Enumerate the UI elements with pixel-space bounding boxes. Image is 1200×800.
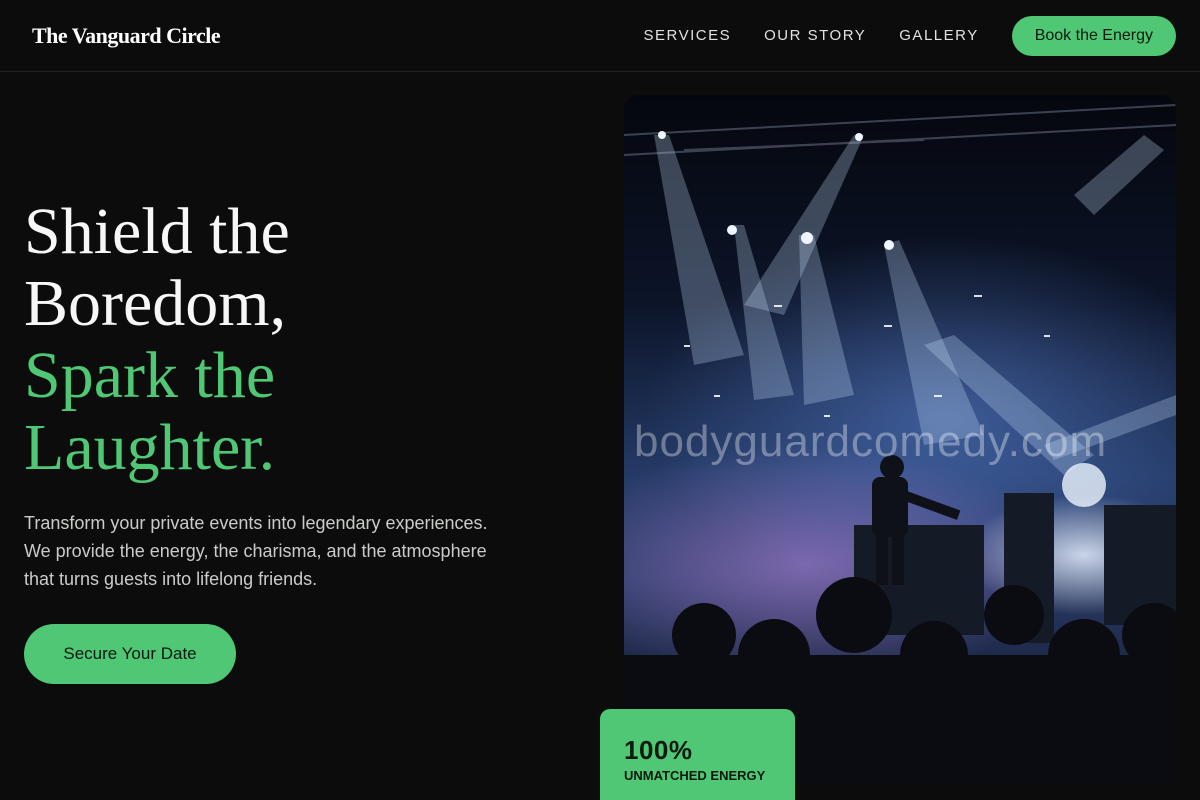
- brand-logo[interactable]: The Vanguard Circle: [32, 23, 221, 49]
- stat-label: UNMATCHED ENERGY: [624, 768, 766, 783]
- nav-link-services[interactable]: SERVICES: [644, 27, 732, 44]
- hero-description: Transform your private events into legen…: [24, 509, 544, 593]
- nav-link-our-story[interactable]: OUR STORY: [764, 27, 866, 44]
- concert-photo: bodyguardcomedy.com: [624, 95, 1176, 785]
- watermark-text: bodyguardcomedy.com: [634, 417, 1108, 466]
- hero-title-accent-line: Spark the: [24, 339, 276, 412]
- hero-description-line: Transform your private events into legen…: [24, 513, 488, 533]
- hero-title-line: Shield the: [24, 195, 290, 268]
- top-nav: The Vanguard Circle SERVICES OUR STORY G…: [0, 0, 1200, 72]
- secure-date-button[interactable]: Secure Your Date: [24, 624, 236, 684]
- nav-links: SERVICES OUR STORY GALLERY Book the Ener…: [644, 15, 1176, 56]
- stat-value: 100%: [624, 735, 693, 765]
- hero-title-accent-line: Laughter.: [24, 411, 276, 484]
- hero-description-line: We provide the energy, the charisma, and…: [24, 541, 487, 561]
- energy-stat-card: 100% UNMATCHED ENERGY: [600, 709, 795, 800]
- hero-title: Shield the Boredom, Spark the Laughter.: [24, 196, 290, 484]
- hero-description-line: that turns guests into lifelong friends.: [24, 569, 318, 589]
- nav-link-gallery[interactable]: GALLERY: [899, 27, 978, 44]
- hero-title-line: Boredom,: [24, 267, 287, 340]
- book-energy-button[interactable]: Book the Energy: [1011, 15, 1176, 56]
